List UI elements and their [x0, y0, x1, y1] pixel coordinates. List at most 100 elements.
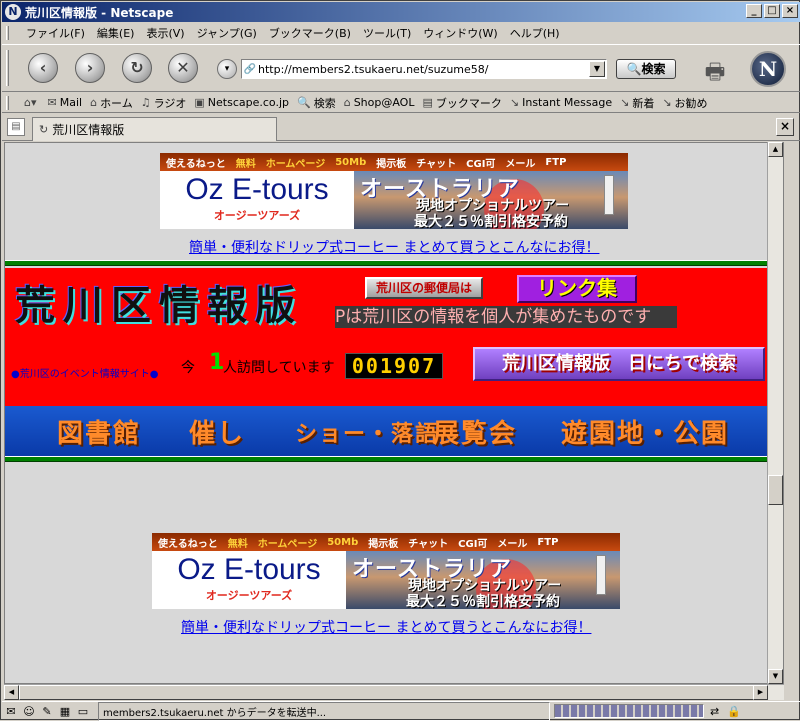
personal-toolbar: ⌂▾ ✉ Mail ⌂ ホーム ♫ ラジオ ▣ Netscape.co.jp 🔍 検索 ⌂…	[2, 93, 800, 113]
ptool-shop[interactable]: ⌂ Shop@AOL	[340, 96, 419, 109]
new-icon: ↘	[620, 96, 630, 109]
search-button[interactable]: 🔍検索	[616, 59, 676, 79]
status-person-icon[interactable]: ☺	[20, 705, 38, 718]
nav-library[interactable]: 図書館	[57, 413, 141, 450]
url-history-button[interactable]: ▾	[217, 59, 237, 79]
status-page-icon[interactable]: ▭	[74, 705, 92, 718]
post-office-button[interactable]: 荒川区の郵便局は	[365, 277, 483, 299]
lighthouse-shape	[604, 175, 614, 215]
menu-tools[interactable]: ツール(T)	[357, 25, 417, 41]
menu-edit[interactable]: 編集(E)	[91, 25, 141, 41]
scroll-down-button[interactable]: ▼	[768, 669, 783, 684]
marquee-text: Pは荒川区の情報を個人が集めたものです	[335, 306, 677, 328]
ptool-radio[interactable]: ♫ ラジオ	[137, 95, 191, 111]
nav-events[interactable]: 催し	[189, 413, 245, 450]
loading-icon: ↻	[39, 123, 49, 136]
minimize-button[interactable]: _	[746, 4, 762, 18]
url-field[interactable]: 🔗 ▼	[241, 59, 607, 79]
menu-bookmarks[interactable]: ブックマーク(B)	[263, 25, 357, 41]
stop-button[interactable]: ✕	[168, 53, 198, 83]
tab-current[interactable]: ↻ 荒川区情報版	[32, 117, 277, 141]
vertical-scrollbar[interactable]: ▲ ▼	[767, 142, 783, 684]
security-lock-icon[interactable]: 🔒	[727, 705, 741, 718]
new-tab-icon[interactable]: ▤	[7, 118, 25, 136]
ad-text-link-bottom[interactable]: 簡単・便利なドリップ式コーヒー まとめて買うとこんなにお得！	[181, 617, 591, 637]
ptool-netscape[interactable]: ▣ Netscape.co.jp	[190, 96, 293, 109]
browser-window: N 荒川区情報版 - Netscape _ □ × ファイル(F) 編集(E) …	[0, 0, 800, 721]
nav-show-rakugo[interactable]: ショー・落語	[295, 416, 439, 448]
search-icon: 🔍	[297, 96, 311, 109]
ad-banner-bottom[interactable]: 使えるねっと 無料 ホームページ 50Mb 掲示板 チャット CGI可 メール …	[152, 533, 620, 609]
access-counter: 001907	[345, 353, 443, 379]
page-content: 使えるねっと 無料 ホームページ 50Mb 掲示板 チャット CGI可 メール …	[4, 142, 784, 684]
oz-etours-logo-2: Oz E-tours オージーツアーズ	[152, 551, 346, 609]
status-composer-icon[interactable]: ✎	[38, 705, 56, 718]
url-dropdown-arrow[interactable]: ▼	[589, 61, 605, 77]
menu-file[interactable]: ファイル(F)	[20, 25, 91, 41]
site-title: 荒川区情報版	[15, 283, 303, 329]
ptoolbar-grip[interactable]	[6, 96, 9, 110]
reload-icon: ↻	[130, 58, 144, 77]
netscape-logo[interactable]: N	[750, 51, 786, 87]
online-icon[interactable]: ⇄	[710, 705, 719, 718]
print-icon[interactable]: 🖶	[698, 55, 732, 85]
oz-etours-logo: Oz E-tours オージーツアーズ	[160, 171, 354, 229]
australia-ad-image-2: オーストラリア 現地オプショナルツアー 最大２５％割引格安予約	[346, 551, 620, 609]
back-button[interactable]: ‹	[28, 53, 58, 83]
horizontal-scroll-thumb[interactable]	[19, 685, 767, 700]
status-addressbook-icon[interactable]: ▦	[56, 705, 74, 718]
maximize-button[interactable]: □	[764, 4, 780, 18]
links-button[interactable]: リンク集	[517, 275, 637, 303]
scroll-right-button[interactable]: ▶	[753, 685, 768, 700]
ptool-recommend[interactable]: ↘ お勧め	[658, 95, 711, 111]
menu-help[interactable]: ヘルプ(H)	[504, 25, 566, 41]
nav-park[interactable]: 遊園地・公園	[561, 413, 729, 450]
event-site-link[interactable]: ●荒川区のイベント情報サイト●	[11, 365, 158, 380]
netscape-app-icon: N	[5, 4, 21, 20]
url-input[interactable]	[258, 62, 578, 76]
ptool-im[interactable]: ↘ Instant Message	[506, 96, 616, 109]
close-tab-button[interactable]: ×	[776, 118, 794, 136]
ptool-home[interactable]: ⌂ ホーム	[86, 95, 137, 111]
vertical-scroll-thumb[interactable]	[768, 475, 783, 505]
tab-title: 荒川区情報版	[52, 123, 125, 137]
ad-banner-top[interactable]: 使えるねっと 無料 ホームページ 50Mb 掲示板 チャット CGI可 メール …	[160, 153, 628, 229]
ptool-mail[interactable]: ✉ Mail	[44, 96, 87, 109]
reload-button[interactable]: ↻	[122, 53, 152, 83]
page-icon: 🔗	[243, 63, 257, 75]
home-tab-icon: ⌂▾	[24, 96, 37, 109]
mail-icon: ✉	[47, 96, 57, 109]
window-title: 荒川区情報版 - Netscape	[25, 5, 174, 20]
ptool-bookmarks[interactable]: ▤ ブックマーク	[418, 95, 505, 111]
menu-window[interactable]: ウィンドウ(W)	[417, 25, 503, 41]
horizontal-scrollbar[interactable]: ◀ ▶	[4, 684, 784, 700]
bookmark-icon: ▤	[422, 96, 433, 109]
menubar-grip[interactable]	[6, 26, 9, 40]
navbar-grip[interactable]	[6, 50, 9, 86]
green-divider-bottom	[5, 456, 783, 462]
stop-icon: ✕	[176, 58, 190, 77]
forward-arrow-icon: ›	[86, 58, 94, 77]
url-bar: ▾ 🔗 ▼	[217, 58, 607, 80]
ptool-search[interactable]: 🔍 検索	[293, 95, 340, 111]
home-tab-button[interactable]: ⌂▾	[20, 96, 44, 109]
nav-exhibition[interactable]: 展覧会	[433, 413, 517, 450]
visit-suffix: 人訪問しています	[223, 360, 335, 376]
navigation-toolbar: ‹ › ↻ ✕ ▾ 🔗 ▼ 🔍検索 🖶 N	[2, 44, 800, 92]
scroll-left-button[interactable]: ◀	[4, 685, 19, 700]
ptool-new[interactable]: ↘ 新着	[616, 95, 658, 111]
ad-text-link-top[interactable]: 簡単・便利なドリップ式コーヒー まとめて買うとこんなにお得！	[189, 237, 599, 257]
radio-icon: ♫	[140, 96, 151, 109]
menu-view[interactable]: 表示(V)	[140, 25, 190, 41]
status-mail-icon[interactable]: ✉	[2, 705, 20, 718]
search-by-date-button[interactable]: 荒川区情報版 日にちで検索	[473, 347, 765, 381]
forward-button[interactable]: ›	[75, 53, 105, 83]
scroll-up-button[interactable]: ▲	[768, 142, 783, 157]
title-bar: N 荒川区情報版 - Netscape _ □ ×	[2, 2, 800, 22]
menu-go[interactable]: ジャンプ(G)	[191, 25, 263, 41]
recommend-icon: ↘	[662, 96, 672, 109]
tab-bar: ▤ ↻ 荒川区情報版 ×	[2, 114, 800, 141]
close-button[interactable]: ×	[782, 4, 798, 18]
status-bar: ✉ ☺ ✎ ▦ ▭ members2.tsukaeru.net からデータを転送…	[2, 701, 800, 721]
status-text: members2.tsukaeru.net からデータを転送中...	[98, 701, 550, 721]
